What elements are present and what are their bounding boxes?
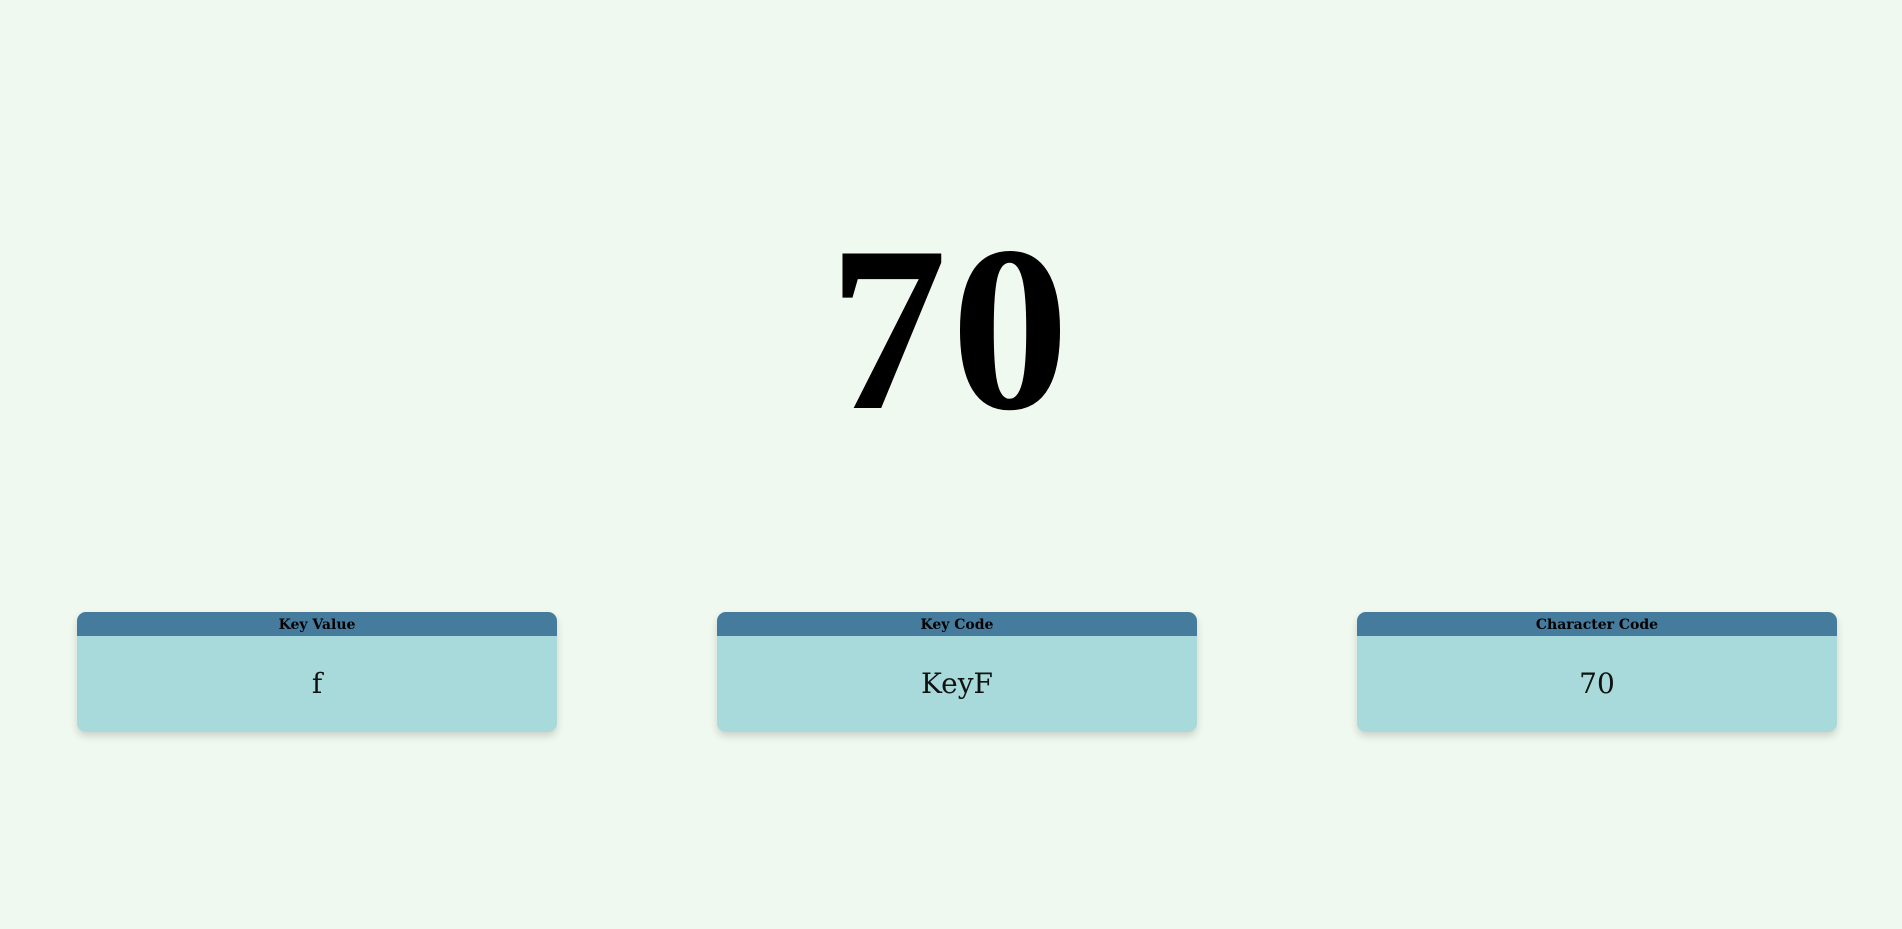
key-code-value: KeyF: [921, 667, 993, 700]
character-code-card: Character Code 70: [1357, 612, 1837, 732]
character-code-value: 70: [1579, 667, 1615, 700]
key-info-cards: Key Value f Key Code KeyF Character Code…: [77, 612, 1837, 732]
character-code-label: Character Code: [1357, 612, 1837, 636]
key-value-card: Key Value f: [77, 612, 557, 732]
key-code-card: Key Code KeyF: [717, 612, 1197, 732]
key-code-label: Key Code: [717, 612, 1197, 636]
key-value-value: f: [311, 667, 323, 700]
large-key-code-display: 70: [829, 199, 1073, 460]
key-value-label: Key Value: [77, 612, 557, 636]
